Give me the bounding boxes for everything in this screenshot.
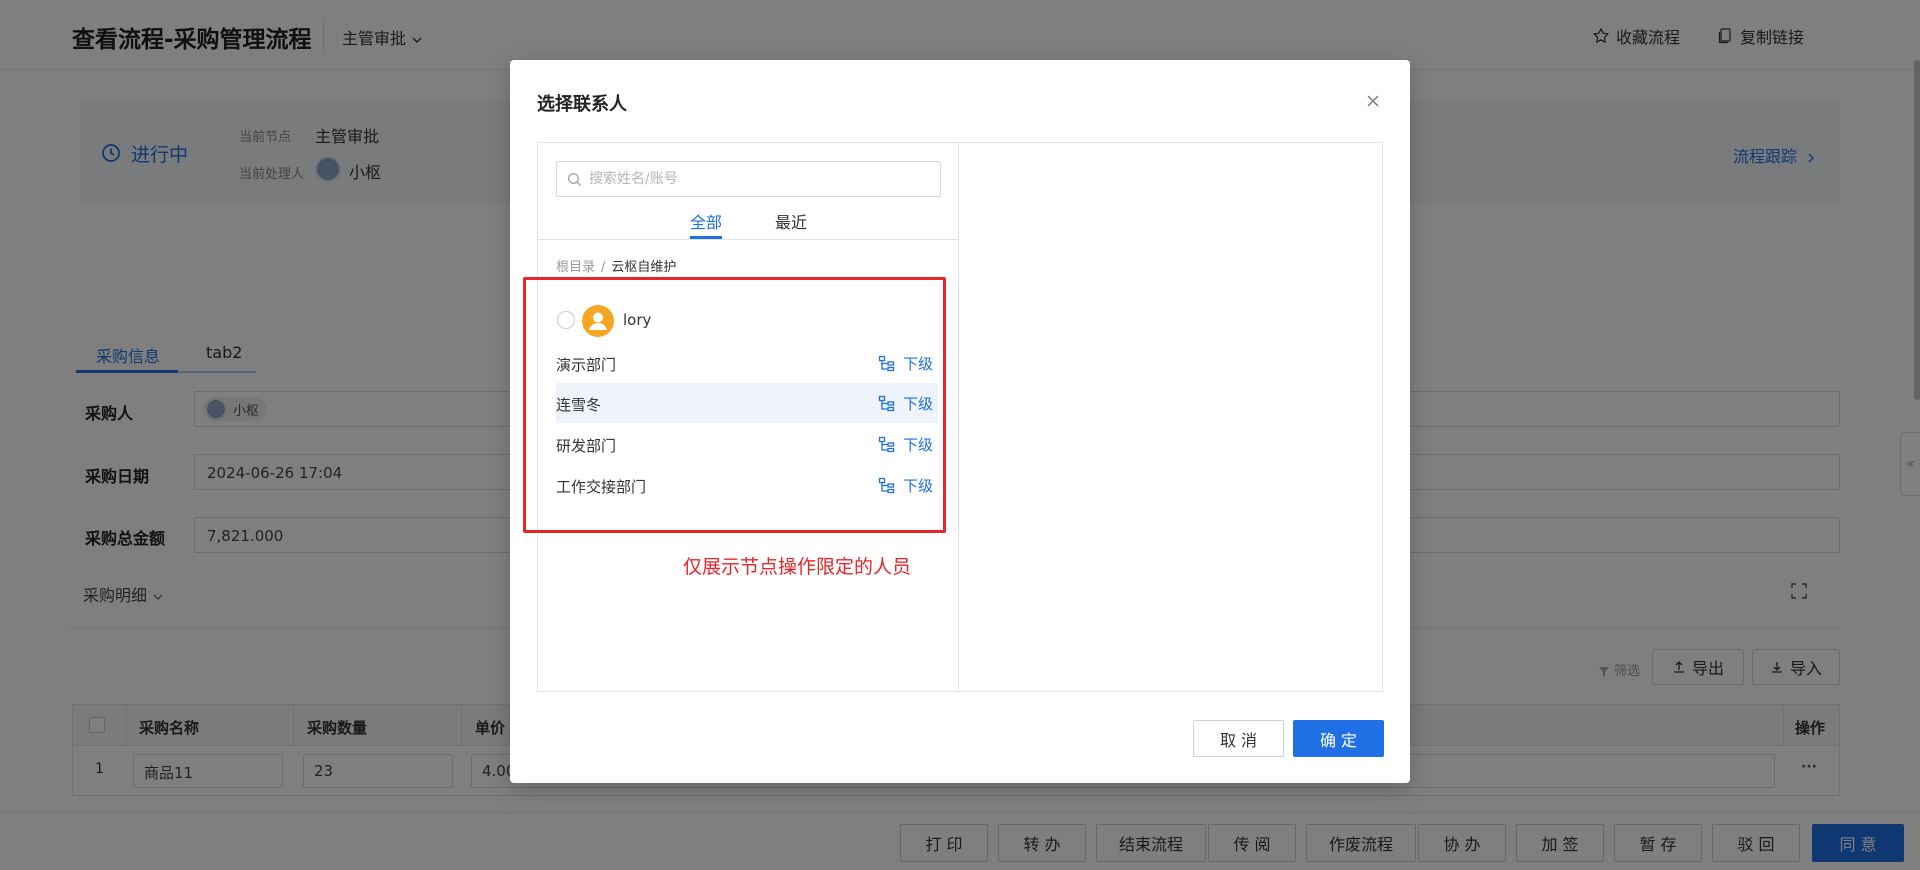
confirm-button[interactable]: 确 定 <box>1293 720 1384 757</box>
tab-underline <box>690 236 722 239</box>
tab-all[interactable]: 全部 <box>690 209 722 233</box>
close-icon[interactable] <box>1364 92 1382 110</box>
search-field[interactable] <box>556 161 941 197</box>
annotation-highlight-box <box>523 277 946 533</box>
breadcrumb-current: 云枢自维护 <box>611 260 677 275</box>
tab-recent[interactable]: 最近 <box>775 209 807 233</box>
tabs-baseline <box>538 239 959 240</box>
dialog-title: 选择联系人 <box>537 94 627 115</box>
search-input[interactable] <box>589 168 929 190</box>
breadcrumb-root[interactable]: 根目录 <box>556 260 595 275</box>
cancel-button[interactable]: 取 消 <box>1193 720 1284 757</box>
annotation-note: 仅展示节点操作限定的人员 <box>683 556 912 578</box>
breadcrumb: 根目录 / 云枢自维护 <box>556 256 676 275</box>
search-icon <box>567 172 581 186</box>
selected-contacts-panel <box>960 143 1382 691</box>
breadcrumb-separator: / <box>601 260 606 275</box>
